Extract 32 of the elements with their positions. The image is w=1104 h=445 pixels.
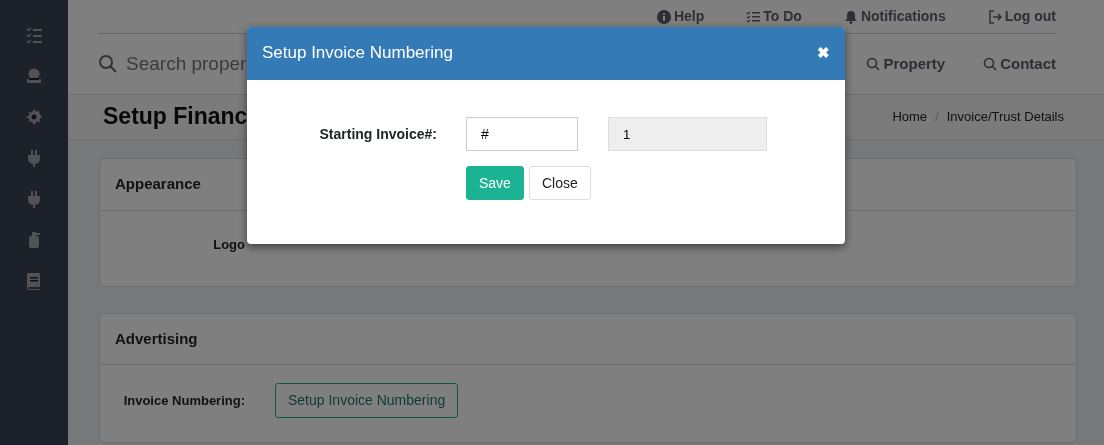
search-link[interactable]: Property bbox=[866, 52, 946, 76]
field-label: Invoice Numbering: bbox=[122, 391, 245, 410]
top-link[interactable]: To Do bbox=[746, 6, 802, 27]
search-link[interactable]: Contact bbox=[983, 52, 1056, 76]
checklist-icon[interactable] bbox=[25, 26, 43, 44]
setup-button[interactable]: Setup Invoice Numbering bbox=[275, 383, 459, 418]
prefix-field[interactable]: # bbox=[466, 117, 578, 151]
logout-icon bbox=[987, 9, 1002, 24]
field-label: Logo bbox=[212, 236, 245, 255]
top-link[interactable]: Log out bbox=[987, 6, 1056, 27]
close-button[interactable]: Close bbox=[528, 166, 591, 200]
search-icon bbox=[98, 54, 118, 74]
plug-icon[interactable] bbox=[25, 190, 43, 208]
card-title: Advertising bbox=[100, 313, 1076, 365]
plug-icon[interactable] bbox=[25, 149, 43, 167]
top-link[interactable]: Notifications bbox=[843, 6, 946, 27]
save-button[interactable]: Save bbox=[466, 166, 524, 200]
bell-icon bbox=[843, 9, 858, 24]
close-button[interactable]: ✖ bbox=[817, 42, 830, 65]
field-label: Starting Invoice#: bbox=[318, 124, 437, 144]
breadcrumb-link[interactable]: Home bbox=[892, 107, 928, 127]
gear-icon[interactable] bbox=[25, 108, 43, 126]
checklist-icon bbox=[746, 9, 761, 24]
page-title: Setup Financ bbox=[103, 103, 248, 131]
book-icon[interactable] bbox=[25, 272, 43, 290]
breadcrumb-separator: / bbox=[935, 108, 939, 127]
search-icon bbox=[866, 57, 881, 71]
breadcrumb-link[interactable]: Invoice/Trust Details bbox=[946, 107, 1064, 127]
top-link[interactable]: Help bbox=[656, 6, 705, 27]
modal-title: Setup Invoice Numbering bbox=[262, 43, 453, 64]
info-icon bbox=[656, 9, 671, 24]
search-icon bbox=[983, 57, 998, 71]
